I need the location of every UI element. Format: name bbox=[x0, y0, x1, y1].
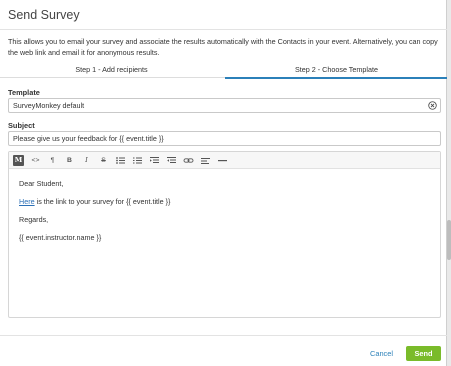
bold-icon[interactable]: B bbox=[64, 155, 75, 166]
outdent-icon[interactable] bbox=[166, 155, 177, 166]
link-icon[interactable] bbox=[183, 155, 194, 166]
strikethrough-icon[interactable]: S bbox=[98, 155, 109, 166]
horizontal-rule-icon[interactable] bbox=[217, 155, 228, 166]
modal-footer: Cancel Send bbox=[0, 335, 447, 366]
regards-line: Regards, bbox=[19, 215, 49, 224]
send-button[interactable]: Send bbox=[406, 346, 441, 361]
clear-icon[interactable] bbox=[428, 101, 437, 110]
numbered-list-icon[interactable] bbox=[132, 155, 143, 166]
align-icon[interactable] bbox=[200, 155, 211, 166]
editor-toolbar: M <> ¶ B I S bbox=[9, 152, 440, 169]
paragraph-icon[interactable]: ¶ bbox=[47, 155, 58, 166]
survey-link-rest: is the link to your survey for {{ event.… bbox=[34, 197, 171, 206]
survey-link[interactable]: Here bbox=[19, 197, 35, 206]
page-scroll-track[interactable] bbox=[447, 0, 451, 366]
italic-icon[interactable]: I bbox=[81, 155, 92, 166]
modal-title: Send Survey bbox=[8, 8, 80, 22]
template-select[interactable]: SurveyMonkey default bbox=[8, 98, 441, 113]
code-icon[interactable]: <> bbox=[30, 155, 41, 166]
tab-add-recipients[interactable]: Step 1 - Add recipients bbox=[0, 64, 223, 78]
indent-icon[interactable] bbox=[149, 155, 160, 166]
subject-input[interactable]: Please give us your feedback for {{ even… bbox=[8, 131, 441, 146]
markdown-icon[interactable]: M bbox=[13, 155, 24, 166]
modal-header: Send Survey bbox=[0, 0, 447, 30]
send-survey-modal: Send Survey This allows you to email you… bbox=[0, 0, 448, 366]
template-label: Template bbox=[8, 88, 40, 97]
step-tabs: Step 1 - Add recipients Step 2 - Choose … bbox=[0, 64, 448, 79]
editor-content[interactable]: Dear Student, Here is the link to your s… bbox=[19, 179, 170, 251]
greeting-line: Dear Student, bbox=[19, 179, 64, 188]
signature-line: {{ event.instructor.name }} bbox=[19, 233, 102, 242]
message-editor[interactable]: M <> ¶ B I S Dear Student, Here is the l… bbox=[8, 151, 441, 318]
tab-choose-template[interactable]: Step 2 - Choose Template bbox=[225, 64, 448, 79]
bullet-list-icon[interactable] bbox=[115, 155, 126, 166]
survey-link-line: Here is the link to your survey for {{ e… bbox=[19, 197, 170, 207]
cancel-button[interactable]: Cancel bbox=[370, 349, 393, 358]
page-scroll-thumb[interactable] bbox=[447, 220, 451, 260]
subject-label: Subject bbox=[8, 121, 35, 130]
template-value: SurveyMonkey default bbox=[13, 101, 85, 110]
intro-text: This allows you to email your survey and… bbox=[8, 37, 438, 57]
